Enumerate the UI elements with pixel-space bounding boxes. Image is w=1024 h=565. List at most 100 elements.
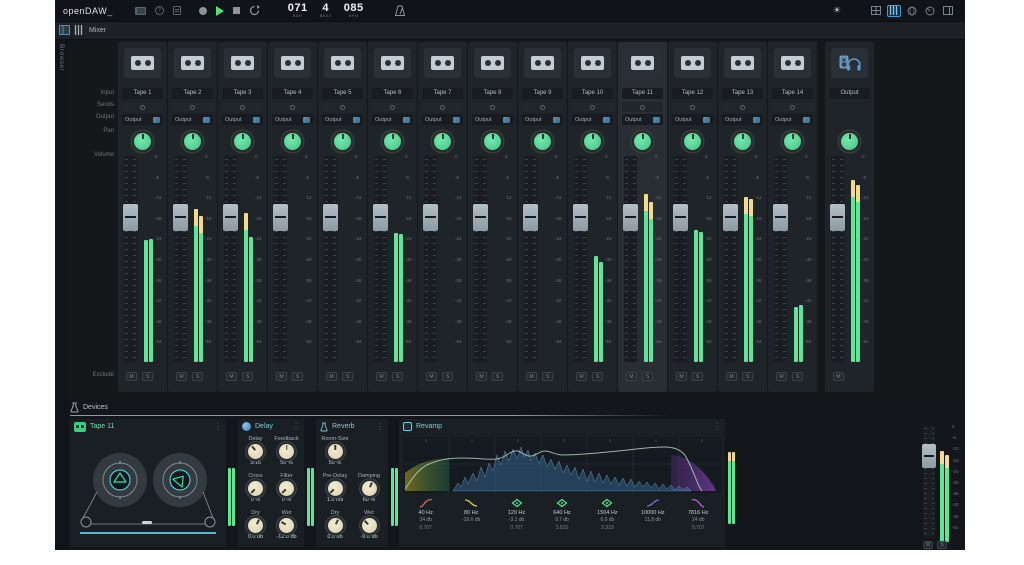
solo-button[interactable]: S	[792, 372, 803, 381]
mute-button[interactable]: M	[726, 372, 737, 381]
fader-track[interactable]	[624, 156, 637, 362]
mixer-view-icon[interactable]	[887, 4, 901, 17]
mute-button[interactable]: M	[776, 372, 787, 381]
channel-strip-tape-10[interactable]: Tape 10 Output 0 -6 -12 -18 -24 -30 -36 -42 -48-…	[568, 42, 617, 392]
channel-type-icon[interactable]	[724, 48, 761, 78]
fader-track[interactable]	[374, 156, 387, 362]
fader-handle[interactable]	[323, 204, 338, 231]
channel-type-icon[interactable]	[424, 48, 461, 78]
mute-button[interactable]: M	[626, 372, 637, 381]
channel-name[interactable]: Tape 7	[422, 88, 463, 99]
fader-handle[interactable]	[373, 204, 388, 231]
fader-track[interactable]	[774, 156, 787, 362]
record-button[interactable]	[198, 6, 207, 15]
channel-type-icon[interactable]	[224, 48, 261, 78]
reverb-device[interactable]: Reverb ⋮ Room-Size 50 % Pre-Delay 1.0 ms…	[316, 419, 388, 547]
loop-icon[interactable]	[249, 5, 260, 16]
eq-band-q[interactable]: 2.319	[601, 525, 614, 531]
mute-button[interactable]: M	[923, 541, 933, 549]
solo-button[interactable]: S	[592, 372, 603, 381]
eq-band-q[interactable]: 0.707	[510, 525, 523, 531]
fader-handle[interactable]	[223, 204, 238, 231]
fader-track[interactable]	[674, 156, 687, 362]
parameter-knob[interactable]	[248, 444, 263, 459]
output-routing-select[interactable]: Output	[222, 114, 263, 125]
mute-button[interactable]: M	[176, 372, 187, 381]
solo-button[interactable]: S	[242, 372, 253, 381]
channel-name[interactable]: Tape 4	[272, 88, 313, 99]
fader-handle[interactable]	[423, 204, 438, 231]
eq-band-frequency[interactable]: 1504 Hz	[597, 510, 618, 516]
bpm-value[interactable]: 085	[344, 3, 364, 14]
channel-type-icon[interactable]	[274, 48, 311, 78]
workspace-panels-icon[interactable]	[59, 22, 70, 40]
channel-name[interactable]: Tape 2	[172, 88, 213, 99]
fader-track[interactable]	[124, 156, 137, 362]
channel-type-icon[interactable]	[674, 48, 711, 78]
eq-band-7816Hz[interactable]: 7816 Hz 24 db 0.707	[676, 498, 721, 531]
channel-strip-tape-13[interactable]: Tape 13 Output 0 -6 -12 -18 -24 -30 -36 -42 -48-…	[718, 42, 767, 392]
fader-track[interactable]	[174, 156, 187, 362]
mute-button[interactable]: M	[526, 372, 537, 381]
help-icon[interactable]: ?	[154, 6, 164, 15]
output-routing-select[interactable]: Output	[572, 114, 613, 125]
eq-spectrum-display[interactable]	[403, 436, 721, 494]
solo-button[interactable]: S	[192, 372, 203, 381]
sends-slot[interactable]	[572, 102, 613, 112]
channel-strip-tape-12[interactable]: Tape 12 Output 0 -6 -12 -18 -24 -30 -36 -42 -48-…	[668, 42, 717, 392]
mute-button[interactable]: M	[376, 372, 387, 381]
output-routing-select[interactable]: Output	[472, 114, 513, 125]
fader-track[interactable]	[724, 156, 737, 362]
solo-button[interactable]: S	[742, 372, 753, 381]
eq-band-q[interactable]: 0.707	[692, 525, 705, 531]
bar-value[interactable]: 071	[288, 3, 308, 14]
tape-device-name[interactable]: Tape 11	[90, 423, 210, 430]
solo-button[interactable]: S	[342, 372, 353, 381]
parameter-knob[interactable]	[279, 444, 294, 459]
eq-band-10000Hz[interactable]: 10000 Hz 11.8 db	[630, 498, 675, 531]
pan-knob[interactable]	[584, 132, 601, 150]
piano-icon[interactable]	[134, 6, 146, 15]
pan-knob[interactable]	[134, 132, 151, 150]
mixer-tab-icon[interactable]	[74, 22, 83, 40]
device-menu-icon[interactable]: ⋮	[214, 422, 222, 431]
fader-track[interactable]	[923, 426, 935, 538]
channel-type-icon[interactable]	[831, 48, 868, 78]
output-routing-select[interactable]: Output	[272, 114, 313, 125]
play-button[interactable]	[215, 5, 224, 16]
sends-slot[interactable]	[622, 102, 663, 112]
mute-button[interactable]: M	[426, 372, 437, 381]
pan-knob[interactable]	[334, 132, 351, 150]
parameter-knob[interactable]	[361, 518, 377, 533]
channel-name[interactable]: Output	[829, 88, 870, 99]
eq-band-gain[interactable]: 11.8 db	[645, 517, 661, 523]
eq-band-gain[interactable]: 9.7 db	[555, 517, 569, 523]
mute-button[interactable]: M	[476, 372, 487, 381]
channel-strip-tape-14[interactable]: Tape 14 Output 0 -6 -12 -18 -24 -30 -36 -42 -48-…	[768, 42, 817, 392]
solo-button[interactable]: S	[492, 372, 503, 381]
metronome-icon[interactable]	[394, 5, 406, 17]
channel-name[interactable]: Tape 6	[372, 88, 413, 99]
browser-sidebar[interactable]: Browser	[55, 40, 68, 550]
mute-button[interactable]: M	[326, 372, 337, 381]
output-routing-select[interactable]: Output	[422, 114, 463, 125]
mute-button[interactable]: M	[276, 372, 287, 381]
channel-type-icon[interactable]	[174, 48, 211, 78]
grid-view-icon[interactable]	[869, 5, 883, 17]
fader-handle[interactable]	[473, 204, 488, 231]
eq-band-gain[interactable]: 24 db	[692, 517, 705, 523]
pan-knob[interactable]	[734, 132, 751, 150]
channel-strip-output[interactable]: Output Output 0-6-12-18-24-30-36-42-48-5…	[825, 42, 874, 392]
sphere-icon[interactable]	[905, 5, 919, 17]
parameter-knob[interactable]	[361, 481, 377, 496]
revamp-device[interactable]: Revamp ⋮ 40 Hz 24 db 0.707 80 Hz -19.6 d…	[399, 419, 725, 547]
solo-button[interactable]: S	[142, 372, 153, 381]
channel-type-icon[interactable]	[524, 48, 561, 78]
sends-slot[interactable]	[222, 102, 263, 112]
eq-band-40Hz[interactable]: 40 Hz 24 db 0.707	[403, 498, 448, 531]
channel-strip-tape-9[interactable]: Tape 9 Output 0 -6 -12 -18 -24 -30 -36 -42 -48 -5…	[518, 42, 567, 392]
eq-band-frequency[interactable]: 120 Hz	[508, 510, 525, 516]
channel-strip-tape-5[interactable]: Tape 5 Output 0 -6 -12 -18 -24 -30 -36 -42 -48 -5…	[318, 42, 367, 392]
delay-device-name[interactable]: Delay	[255, 423, 288, 430]
fader-handle[interactable]	[573, 204, 588, 231]
